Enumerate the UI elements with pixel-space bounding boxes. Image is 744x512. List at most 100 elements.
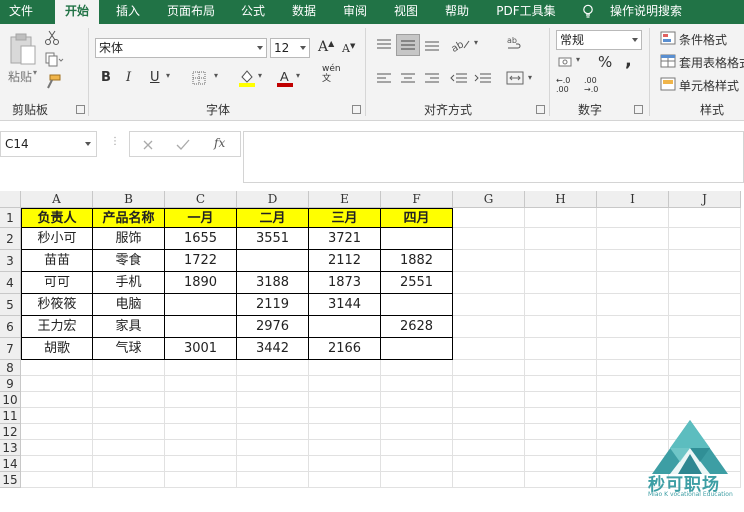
- comma-style-button[interactable]: ,: [625, 50, 632, 71]
- table-cell[interactable]: 1882: [381, 250, 453, 272]
- clipboard-launcher-icon[interactable]: [76, 105, 85, 114]
- table-cell[interactable]: 2119: [237, 294, 309, 316]
- cell-d15[interactable]: [237, 472, 309, 488]
- cell-h8[interactable]: [525, 360, 597, 376]
- cell-c12[interactable]: [165, 424, 237, 440]
- paste-dropdown-icon[interactable]: ▾: [33, 68, 37, 77]
- cell-g10[interactable]: [453, 392, 525, 408]
- cell-g14[interactable]: [453, 456, 525, 472]
- merge-center-icon[interactable]: [506, 70, 526, 86]
- cell-c15[interactable]: [165, 472, 237, 488]
- decrease-indent-icon[interactable]: [450, 72, 468, 86]
- cell-j9[interactable]: [669, 376, 741, 392]
- tab-review[interactable]: 审阅: [334, 0, 376, 24]
- cell-a8[interactable]: [21, 360, 93, 376]
- cell-h1[interactable]: [525, 208, 597, 228]
- table-cell[interactable]: 秒小可: [21, 228, 93, 250]
- cell-i5[interactable]: [597, 294, 669, 316]
- cell-c13[interactable]: [165, 440, 237, 456]
- row-header-13[interactable]: 13: [0, 440, 21, 456]
- copy-icon[interactable]: [44, 52, 64, 68]
- cell-h5[interactable]: [525, 294, 597, 316]
- table-cell[interactable]: 秒筱筱: [21, 294, 93, 316]
- increase-indent-icon[interactable]: [474, 72, 492, 86]
- cell-d11[interactable]: [237, 408, 309, 424]
- cell-d8[interactable]: [237, 360, 309, 376]
- align-left-icon[interactable]: [376, 72, 392, 86]
- table-cell[interactable]: 3188: [237, 272, 309, 294]
- conditional-format-icon[interactable]: [660, 31, 676, 45]
- phonetic-guide-button[interactable]: wén 文: [322, 64, 341, 84]
- table-cell[interactable]: 3721: [309, 228, 381, 250]
- cell-i7[interactable]: [597, 338, 669, 360]
- cell-a11[interactable]: [21, 408, 93, 424]
- format-as-table-button[interactable]: 套用表格格式: [679, 54, 744, 71]
- cell-i2[interactable]: [597, 228, 669, 250]
- cell-g9[interactable]: [453, 376, 525, 392]
- format-as-table-icon[interactable]: [660, 54, 676, 68]
- cell-b10[interactable]: [93, 392, 165, 408]
- table-cell[interactable]: [381, 294, 453, 316]
- cell-j5[interactable]: [669, 294, 741, 316]
- align-right-icon[interactable]: [424, 72, 440, 86]
- cell-e11[interactable]: [309, 408, 381, 424]
- percent-style-button[interactable]: %: [598, 53, 612, 71]
- font-color-icon[interactable]: A: [276, 68, 294, 88]
- table-cell[interactable]: 1873: [309, 272, 381, 294]
- cell-g3[interactable]: [453, 250, 525, 272]
- cut-icon[interactable]: [44, 30, 60, 46]
- cell-h6[interactable]: [525, 316, 597, 338]
- cell-j2[interactable]: [669, 228, 741, 250]
- cell-j8[interactable]: [669, 360, 741, 376]
- cell-h14[interactable]: [525, 456, 597, 472]
- column-header-f[interactable]: F: [381, 191, 453, 208]
- cell-i9[interactable]: [597, 376, 669, 392]
- underline-button[interactable]: U: [150, 70, 160, 85]
- cell-b15[interactable]: [93, 472, 165, 488]
- align-bottom-icon[interactable]: [424, 38, 440, 52]
- enter-check-icon[interactable]: [176, 139, 190, 151]
- table-cell[interactable]: 1655: [165, 228, 237, 250]
- cell-g4[interactable]: [453, 272, 525, 294]
- table-cell[interactable]: 气球: [93, 338, 165, 360]
- cell-j4[interactable]: [669, 272, 741, 294]
- table-cell[interactable]: 2166: [309, 338, 381, 360]
- column-header-i[interactable]: I: [597, 191, 669, 208]
- row-header-15[interactable]: 15: [0, 472, 21, 488]
- column-header-h[interactable]: H: [525, 191, 597, 208]
- paste-icon[interactable]: [8, 32, 38, 68]
- cell-b14[interactable]: [93, 456, 165, 472]
- table-header-cell[interactable]: 一月: [165, 208, 237, 228]
- cell-i4[interactable]: [597, 272, 669, 294]
- tab-insert[interactable]: 插入: [107, 0, 149, 24]
- tab-file[interactable]: 文件: [0, 0, 42, 24]
- table-header-cell[interactable]: 四月: [381, 208, 453, 228]
- cell-h10[interactable]: [525, 392, 597, 408]
- cell-f10[interactable]: [381, 392, 453, 408]
- row-header-12[interactable]: 12: [0, 424, 21, 440]
- tab-page-layout[interactable]: 页面布局: [158, 0, 224, 24]
- increase-decimal-button[interactable]: ←.0 .00: [556, 76, 570, 94]
- shrink-font-button[interactable]: A▼: [342, 42, 355, 55]
- borders-icon[interactable]: [192, 71, 208, 85]
- cell-g11[interactable]: [453, 408, 525, 424]
- cell-h7[interactable]: [525, 338, 597, 360]
- row-header-1[interactable]: 1: [0, 208, 21, 228]
- wrap-text-icon[interactable]: ab: [506, 35, 524, 53]
- underline-dropdown-icon[interactable]: ▾: [166, 71, 170, 80]
- tab-data[interactable]: 数据: [283, 0, 325, 24]
- row-header-4[interactable]: 4: [0, 272, 21, 294]
- table-cell[interactable]: 胡歌: [21, 338, 93, 360]
- merge-dropdown-icon[interactable]: ▾: [528, 73, 532, 82]
- fill-color-dropdown-icon[interactable]: ▾: [258, 71, 262, 80]
- cell-f15[interactable]: [381, 472, 453, 488]
- cell-c9[interactable]: [165, 376, 237, 392]
- tab-home[interactable]: 开始: [55, 0, 99, 24]
- cell-a13[interactable]: [21, 440, 93, 456]
- table-cell[interactable]: 服饰: [93, 228, 165, 250]
- cell-b12[interactable]: [93, 424, 165, 440]
- cell-e10[interactable]: [309, 392, 381, 408]
- number-launcher-icon[interactable]: [634, 105, 643, 114]
- cell-e9[interactable]: [309, 376, 381, 392]
- cell-a15[interactable]: [21, 472, 93, 488]
